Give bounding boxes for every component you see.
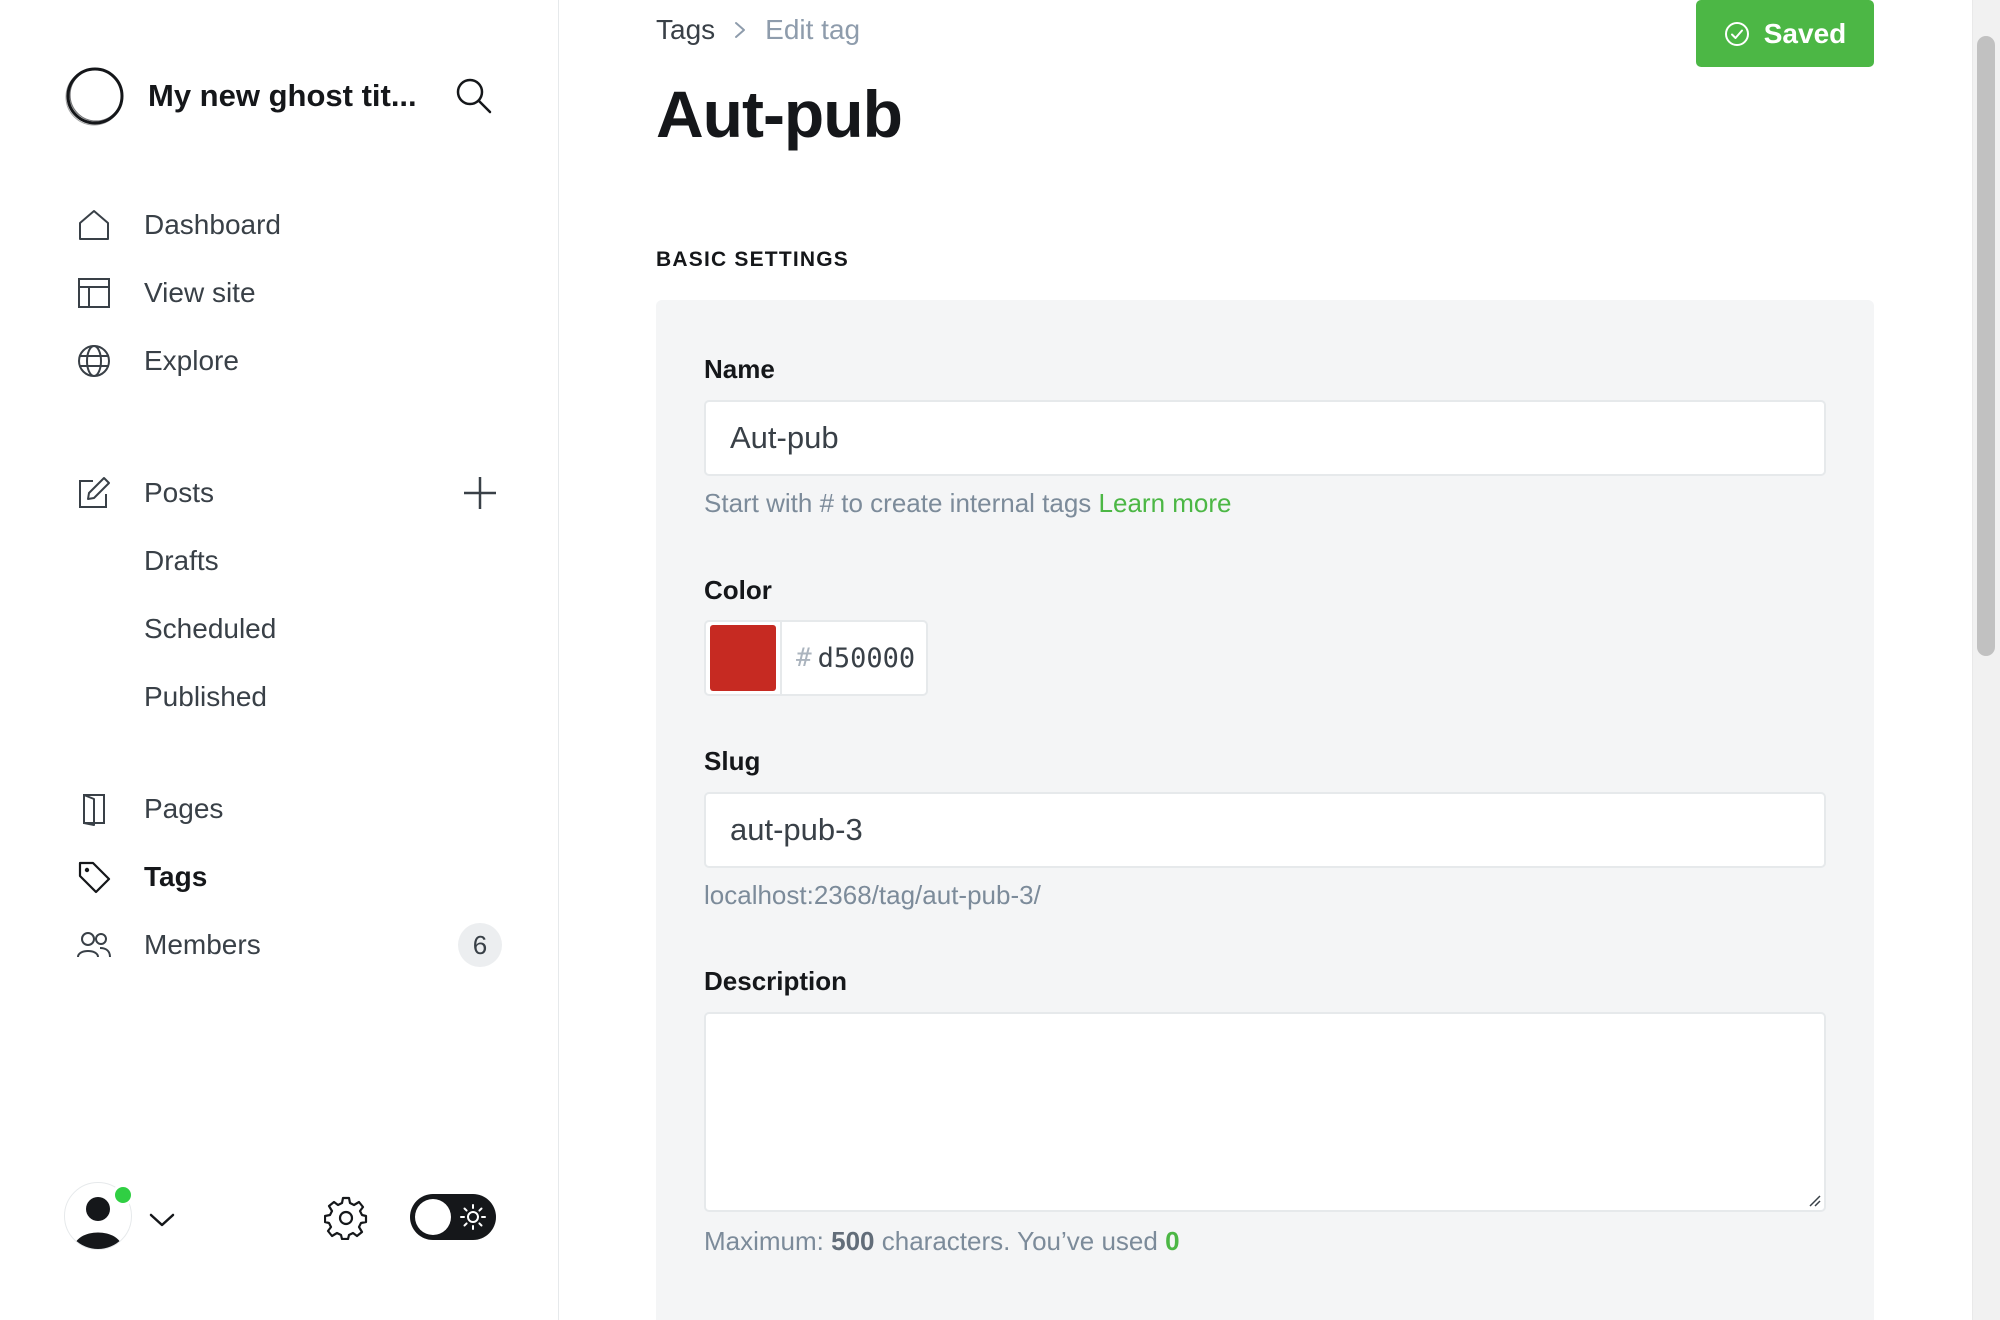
color-swatch[interactable] [710,625,776,691]
nav-item-drafts[interactable]: Drafts [72,533,502,589]
color-picker-field[interactable]: # d50000 [704,620,928,696]
nav-label-drafts: Drafts [144,545,219,576]
color-divider [780,621,782,695]
desc-hint-mid: characters. You’ve used [881,1226,1158,1256]
nav-item-view-site[interactable]: View site [72,265,502,321]
user-menu[interactable] [64,1182,136,1254]
edit-icon [74,473,114,513]
online-status-indicator [112,1184,134,1206]
vertical-scrollbar[interactable] [1972,0,2000,1320]
scrollbar-thumb[interactable] [1977,36,1995,656]
tag-icon [74,857,114,897]
color-hash-symbol: # [796,643,812,673]
description-label: Description [704,966,848,996]
check-circle-icon [1724,21,1749,46]
nav-item-dashboard[interactable]: Dashboard [72,197,502,253]
slug-url-preview: localhost:2368/tag/aut-pub-3/ [704,880,1041,910]
color-label: Color [704,575,772,605]
members-count-badge: 6 [458,923,502,967]
name-hint: Start with # to create internal tags Lea… [704,488,1232,519]
gear-icon[interactable] [322,1194,370,1242]
slug-input[interactable]: aut-pub-3 [704,792,1826,868]
pages-icon [74,789,114,829]
desc-hint-used-count: 0 [1165,1226,1180,1256]
home-icon [74,205,114,245]
description-textarea[interactable] [704,1012,1826,1212]
members-icon [74,925,114,965]
nav-label-dashboard: Dashboard [144,209,281,240]
desc-hint-prefix: Maximum: [704,1226,824,1256]
site-logo[interactable] [64,65,126,127]
slug-label: Slug [704,746,761,776]
description-hint: Maximum: 500 characters. You’ve used 0 [704,1226,1180,1257]
chevron-right-icon [725,15,755,45]
name-input[interactable]: Aut-pub [704,400,1826,476]
nav-label-posts: Posts [144,477,215,508]
resize-grip-icon[interactable] [1806,1192,1822,1208]
nav-item-tags[interactable]: Tags [72,849,502,905]
name-hint-text: Start with # to create internal tags [704,488,1092,518]
breadcrumb: Tags Edit tag [656,14,860,46]
color-hex-input[interactable]: d50000 [818,643,916,674]
nav-label-explore: Explore [144,345,239,376]
nav-label-scheduled: Scheduled [144,613,277,644]
nav-label-tags: Tags [144,861,208,892]
name-label: Name [704,354,775,384]
chevron-down-icon[interactable] [146,1204,178,1236]
save-button[interactable]: Saved [1696,0,1874,67]
sidebar-footer [64,1182,496,1254]
breadcrumb-tags-link[interactable]: Tags [656,14,715,46]
site-title[interactable]: My new ghost tit... [148,78,418,114]
nav-item-explore[interactable]: Explore [72,333,502,389]
save-button-label: Saved [1763,17,1847,49]
nav-label-members: Members [144,929,261,960]
sun-icon [459,1203,487,1231]
sidebar: My new ghost tit... Dashboard View site … [0,0,559,1320]
basic-settings-panel: Name Aut-pub Start with # to create inte… [656,300,1874,1320]
desc-hint-max: 500 [831,1226,875,1256]
nav-item-pages[interactable]: Pages [72,781,502,837]
site-header: My new ghost tit... [64,64,496,128]
layout-icon [74,273,114,313]
breadcrumb-current: Edit tag [765,14,861,45]
page-title: Aut-pub [656,77,903,151]
section-heading-basic-settings: BASIC SETTINGS [656,248,849,271]
theme-toggle[interactable] [410,1194,496,1240]
search-icon[interactable] [452,74,496,118]
learn-more-link[interactable]: Learn more [1099,488,1232,518]
nav-item-members[interactable]: Members 6 [72,917,502,973]
main-content: Tags Edit tag Saved Aut-pub BASIC SETTIN… [560,0,1970,1320]
nav-label-published: Published [144,681,267,712]
nav-item-scheduled[interactable]: Scheduled [72,601,502,657]
add-post-icon[interactable] [458,471,502,515]
nav-item-posts[interactable]: Posts [72,465,502,521]
globe-icon [74,341,114,381]
nav-item-published[interactable]: Published [72,669,502,725]
nav-label-view-site: View site [144,277,256,308]
nav-label-pages: Pages [144,793,224,824]
toggle-knob [415,1199,451,1235]
